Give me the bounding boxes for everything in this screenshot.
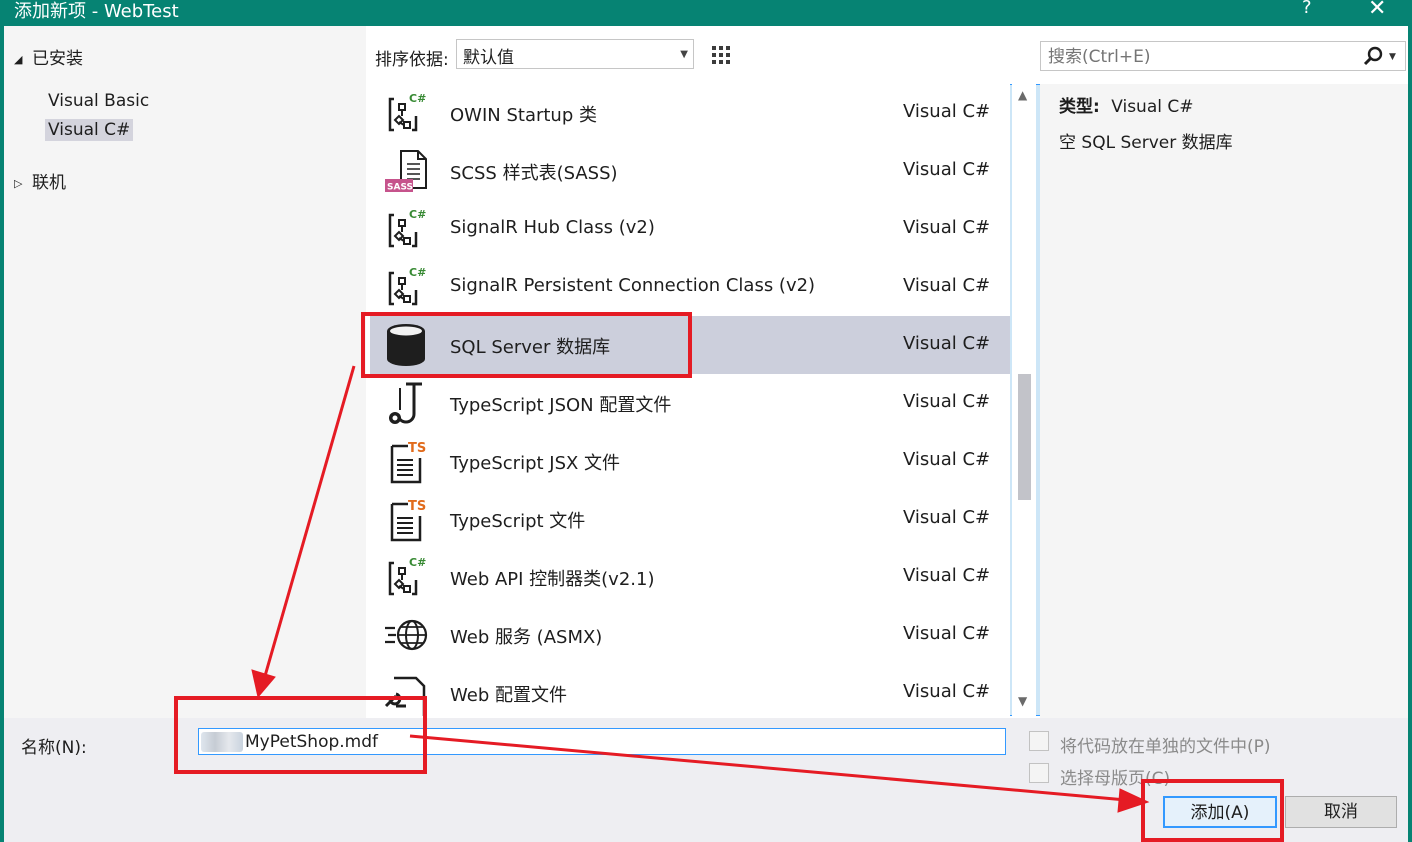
details-description: 空 SQL Server 数据库 [1059, 133, 1233, 153]
scrollbar-thumb[interactable] [1018, 374, 1031, 500]
template-name: TypeScript 文件 [450, 511, 586, 532]
svg-text:C#: C# [409, 556, 426, 569]
collapsed-arrow-icon[interactable]: ▷ [14, 177, 32, 190]
list-item[interactable]: Web 配置文件 Visual C# [370, 664, 1010, 716]
svg-text:C#: C# [409, 92, 426, 105]
template-list[interactable]: C# OWIN Startup 类 Visual C# SASS SCSS 样式… [370, 84, 1010, 716]
list-item[interactable]: C# SignalR Hub Class (v2) Visual C# [370, 200, 1010, 258]
list-item[interactable]: C# OWIN Startup 类 Visual C# [370, 84, 1010, 142]
csharp-class-icon: C# [388, 208, 426, 248]
sass-file-icon: SASS [385, 150, 427, 193]
search-icon[interactable] [1363, 46, 1383, 66]
scroll-down-arrow-icon[interactable]: ▼ [1018, 694, 1027, 708]
list-item[interactable]: Web 服务 (ASMX) Visual C# [370, 606, 1010, 664]
tree-node-online-label: 联机 [32, 173, 66, 193]
help-button[interactable]: ? [1302, 0, 1312, 18]
svg-text:TS: TS [408, 441, 426, 456]
csharp-class-icon: C# [388, 556, 426, 596]
csharp-class-icon: C# [388, 266, 426, 306]
window-frame-right [1408, 26, 1412, 842]
template-name: OWIN Startup 类 [450, 105, 597, 126]
grid-view-icon [712, 46, 730, 64]
list-item[interactable]: SASS SCSS 样式表(SASS) Visual C# [370, 142, 1010, 200]
template-name: Web API 控制器类(v2.1) [450, 569, 655, 590]
list-item[interactable]: C# SignalR Persistent Connection Class (… [370, 258, 1010, 316]
annotation-box-name-field [174, 696, 427, 774]
small-icons-view-button[interactable] [706, 39, 738, 71]
details-type-value: Visual C# [1111, 97, 1194, 117]
separate-code-label: 将代码放在单独的文件中(P) [1060, 737, 1271, 757]
template-list-scrollbar[interactable]: ▲ ▼ [1012, 84, 1036, 716]
expanded-arrow-icon[interactable]: ◢ [14, 53, 32, 66]
tree-node-online[interactable]: ▷ 联机 [14, 168, 66, 193]
details-panel: 类型: Visual C# 空 SQL Server 数据库 [1040, 84, 1408, 718]
details-type-label: 类型: [1059, 97, 1100, 117]
template-name: TypeScript JSON 配置文件 [450, 395, 672, 416]
svg-text:SASS: SASS [387, 183, 413, 193]
template-name: SignalR Persistent Connection Class (v2) [450, 275, 816, 296]
template-language: Visual C# [903, 681, 991, 702]
template-language: Visual C# [903, 275, 991, 296]
title-bar: 添加新项 - WebTest ? ✕ [0, 0, 1412, 26]
close-button[interactable]: ✕ [1368, 0, 1386, 21]
sort-label: 排序依据: [375, 50, 449, 70]
list-item[interactable]: TS TypeScript JSX 文件 Visual C# [370, 432, 1010, 490]
sort-dropdown-value: 默认值 [463, 48, 514, 68]
template-language: Visual C# [903, 507, 991, 528]
tree-node-installed[interactable]: ◢ 已安装 [14, 44, 83, 69]
template-language: Visual C# [903, 391, 991, 412]
list-item[interactable]: TypeScript JSON 配置文件 Visual C# [370, 374, 1010, 432]
template-name: Web 配置文件 [450, 685, 567, 706]
list-item[interactable]: C# Web API 控制器类(v2.1) Visual C# [370, 548, 1010, 606]
window-title: 添加新项 - WebTest [14, 1, 179, 22]
tree-item-visual-csharp[interactable]: Visual C# [45, 119, 134, 141]
typescript-file-icon: TS [390, 441, 426, 484]
annotation-box-add-button [1141, 779, 1284, 842]
web-service-icon [385, 619, 428, 651]
svg-text:C#: C# [409, 266, 426, 279]
tree-node-installed-label: 已安装 [32, 49, 83, 69]
details-type: 类型: Visual C# [1059, 92, 1194, 117]
template-language: Visual C# [903, 101, 991, 122]
search-input[interactable] [1046, 44, 1350, 70]
template-name: TypeScript JSX 文件 [450, 453, 621, 474]
template-name: Web 服务 (ASMX) [450, 627, 603, 648]
template-language: Visual C# [903, 449, 991, 470]
name-label: 名称(N): [21, 738, 87, 758]
cancel-button[interactable]: 取消 [1285, 796, 1397, 828]
template-name: SignalR Hub Class (v2) [450, 217, 655, 238]
annotation-box-sql-server [361, 312, 692, 378]
list-item[interactable]: TS TypeScript 文件 Visual C# [370, 490, 1010, 548]
category-tree: ◢ 已安装 Visual Basic Visual C# ▷ 联机 [4, 26, 366, 718]
tree-item-visual-basic[interactable]: Visual Basic [45, 90, 152, 112]
search-box[interactable]: ▼ [1040, 41, 1406, 71]
typescript-file-icon: TS [390, 499, 426, 542]
template-language: Visual C# [903, 217, 991, 238]
csharp-class-icon: C# [388, 92, 426, 132]
template-language: Visual C# [903, 159, 991, 180]
scroll-up-arrow-icon[interactable]: ▲ [1018, 88, 1027, 102]
search-options-chevron-icon[interactable]: ▼ [1389, 52, 1396, 62]
svg-text:TS: TS [408, 499, 426, 514]
template-language: Visual C# [903, 565, 991, 586]
json-config-icon [389, 382, 422, 424]
template-language: Visual C# [903, 333, 991, 354]
separate-code-checkbox[interactable] [1029, 731, 1049, 751]
template-language: Visual C# [903, 623, 991, 644]
sort-dropdown[interactable]: 默认值 ▼ [456, 39, 694, 69]
master-page-checkbox[interactable] [1029, 763, 1049, 783]
chevron-down-icon: ▼ [680, 49, 688, 60]
svg-text:C#: C# [409, 208, 426, 221]
template-name: SCSS 样式表(SASS) [450, 163, 618, 184]
